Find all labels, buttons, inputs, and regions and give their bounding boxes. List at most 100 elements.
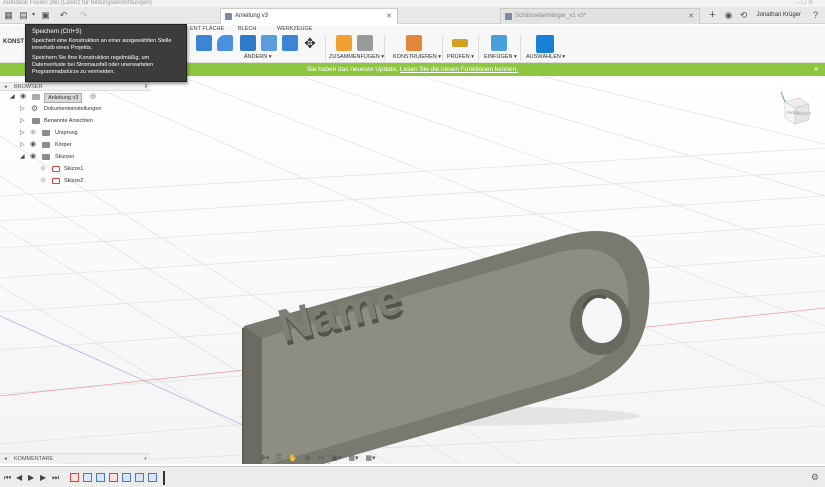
measure-button[interactable]: [452, 39, 468, 47]
window-titlebar: Autodesk Fusion 360 (Lizenz für Bildungs…: [0, 0, 825, 7]
canvas-viewport[interactable]: Name Name ◂ BROWSER ‖ ◢ ◉ Anleitung v3 ◎…: [0, 76, 825, 464]
expand-icon[interactable]: ◢: [10, 94, 16, 100]
group-konstruieren[interactable]: KONSTRUIEREN ▾: [393, 54, 441, 60]
tab-blech[interactable]: BLECH: [238, 26, 256, 32]
eye-icon[interactable]: ◉: [30, 153, 37, 160]
timeline-sketch-icon[interactable]: [109, 473, 118, 482]
grid-settings-icon[interactable]: ▦▾: [348, 453, 358, 465]
insert-image-button[interactable]: [491, 35, 507, 51]
expand-icon[interactable]: ▷: [20, 118, 26, 124]
tree-item-benannte-ansichten[interactable]: ▷ Benannte Ansichten: [0, 115, 150, 127]
orbit-icon[interactable]: ✥▾: [260, 453, 269, 465]
press-pull-button[interactable]: [196, 35, 212, 51]
timeline-fillet-icon[interactable]: [135, 473, 144, 482]
combine-button[interactable]: [282, 35, 298, 51]
move-button[interactable]: ✥: [302, 35, 318, 51]
tab-schluesselanhaenger[interactable]: Schlüsselanhänger_v1 v3* ✕: [500, 8, 700, 24]
radio-icon[interactable]: ◎: [90, 93, 97, 100]
eye-hidden-icon[interactable]: ◉: [40, 177, 47, 184]
timeline-sketch-icon[interactable]: [70, 473, 79, 482]
job-status-icon[interactable]: ◉: [723, 10, 734, 21]
undo-icon[interactable]: ↶: [58, 10, 69, 21]
tree-item-label: Ursprung: [55, 130, 78, 136]
workspace-switcher[interactable]: KONST: [3, 39, 24, 45]
folder-icon: [42, 130, 50, 136]
offset-plane-button[interactable]: [406, 35, 422, 51]
timeline-marker[interactable]: [163, 471, 165, 485]
redo-icon[interactable]: ↷: [78, 10, 89, 21]
new-component-button[interactable]: [336, 35, 352, 51]
gear-icon: ⚙: [31, 104, 39, 113]
eye-hidden-icon[interactable]: ◉: [30, 129, 37, 136]
joint-button[interactable]: [357, 35, 373, 51]
window-controls[interactable]: – ☐ ✕: [796, 0, 813, 7]
file-dropdown-icon[interactable]: ▾: [28, 10, 39, 21]
zoom-icon[interactable]: ⊕: [305, 453, 311, 465]
save-icon[interactable]: ▣: [40, 10, 51, 21]
tree-item-skizze1[interactable]: ◉ Skizze1: [0, 163, 150, 175]
collapse-icon[interactable]: ◂: [4, 454, 7, 464]
browser-header[interactable]: ◂ BROWSER ‖: [0, 82, 150, 91]
folder-icon: [32, 118, 40, 124]
sketch-icon: [52, 178, 60, 184]
whats-new-link[interactable]: Lesen Sie die neuen Funktionen kennen.: [400, 66, 518, 73]
timeline-extrude-icon[interactable]: [122, 473, 131, 482]
select-button[interactable]: [536, 35, 554, 53]
close-icon[interactable]: ✕: [688, 9, 694, 24]
expand-icon[interactable]: ▷: [20, 130, 26, 136]
timeline-first-icon[interactable]: ⏮: [4, 473, 11, 483]
user-account[interactable]: Jonathan Krüger: [757, 10, 801, 21]
viewports-icon[interactable]: ▦▾: [365, 453, 375, 465]
viewcube[interactable]: FRONT RECHTS: [779, 90, 813, 130]
sketch-icon: [52, 166, 60, 172]
help-icon[interactable]: ?: [810, 10, 821, 21]
timeline-feature-icon[interactable]: [148, 473, 157, 482]
add-comment-icon[interactable]: +: [144, 454, 147, 464]
eye-icon[interactable]: ◉: [20, 93, 27, 100]
timeline: ⏮ ◀ ▶ ▶ ⏭ ⚙: [0, 466, 825, 487]
look-at-icon[interactable]: ⎘: [276, 453, 282, 465]
notifications-icon[interactable]: ⟲: [738, 10, 749, 21]
eye-icon[interactable]: ◉: [30, 141, 37, 148]
timeline-settings-icon[interactable]: ⚙: [811, 472, 819, 483]
close-icon[interactable]: ✕: [386, 9, 392, 24]
timeline-next-icon[interactable]: ▶: [40, 473, 46, 483]
tab-anleitung[interactable]: Anleitung v3 ✕: [220, 8, 398, 24]
timeline-last-icon[interactable]: ⏭: [52, 473, 59, 483]
eye-hidden-icon[interactable]: ◉: [40, 165, 47, 172]
expand-icon[interactable]: ▷: [20, 106, 26, 112]
tree-root[interactable]: ◢ ◉ Anleitung v3 ◎: [0, 91, 150, 103]
timeline-play-icon[interactable]: ▶: [28, 473, 34, 483]
collapse-icon[interactable]: ◂: [4, 83, 7, 91]
chamfer-button[interactable]: [240, 35, 256, 51]
new-tab-icon[interactable]: +: [707, 10, 718, 21]
pin-icon[interactable]: ‖: [145, 83, 147, 91]
group-aendern[interactable]: ÄNDERN ▾: [244, 54, 272, 60]
expand-icon[interactable]: ▷: [20, 142, 26, 148]
tree-item-skizzen[interactable]: ◢ ◉ Skizzen: [0, 151, 150, 163]
tree-item-koerper[interactable]: ▷ ◉ Körper: [0, 139, 150, 151]
grid-menu-icon[interactable]: ▦: [3, 10, 14, 21]
zoom-window-icon[interactable]: ⌕▾: [317, 453, 324, 465]
group-pruefen[interactable]: PRÜFEN ▾: [447, 54, 474, 60]
save-tooltip: Speichern (Ctrl+S) Speichert eine Konstr…: [25, 24, 187, 82]
display-settings-icon[interactable]: ▣▾: [331, 453, 341, 465]
timeline-extrude-icon[interactable]: [83, 473, 92, 482]
tab-werkzeuge[interactable]: WERKZEUGE: [277, 26, 312, 32]
tree-item-label: Dokumenteinstellungen: [44, 106, 102, 112]
tree-item-ursprung[interactable]: ▷ ◉ Ursprung: [0, 127, 150, 139]
group-zusammenfuegen[interactable]: ZUSAMMENFÜGEN ▾: [329, 54, 384, 60]
group-auswaehlen[interactable]: AUSWÄHLEN ▾: [526, 54, 565, 60]
close-icon[interactable]: ✕: [814, 63, 819, 76]
fillet-button[interactable]: [217, 35, 233, 51]
comments-panel[interactable]: ◂ KOMMENTARE +: [0, 453, 150, 463]
pan-icon[interactable]: ✋: [289, 453, 298, 465]
timeline-prev-icon[interactable]: ◀: [16, 473, 22, 483]
collapse-tree-icon[interactable]: ◢: [20, 154, 26, 160]
shell-button[interactable]: [261, 35, 277, 51]
tree-item-dokumenteinstellungen[interactable]: ▷ ⚙ Dokumenteinstellungen: [0, 103, 150, 115]
tree-item-skizze2[interactable]: ◉ Skizze2: [0, 175, 150, 187]
group-einfuegen[interactable]: EINFÜGEN ▾: [484, 54, 517, 60]
timeline-extrude-icon[interactable]: [96, 473, 105, 482]
tab-flaeche[interactable]: ENT FLÄCHE: [190, 26, 224, 32]
